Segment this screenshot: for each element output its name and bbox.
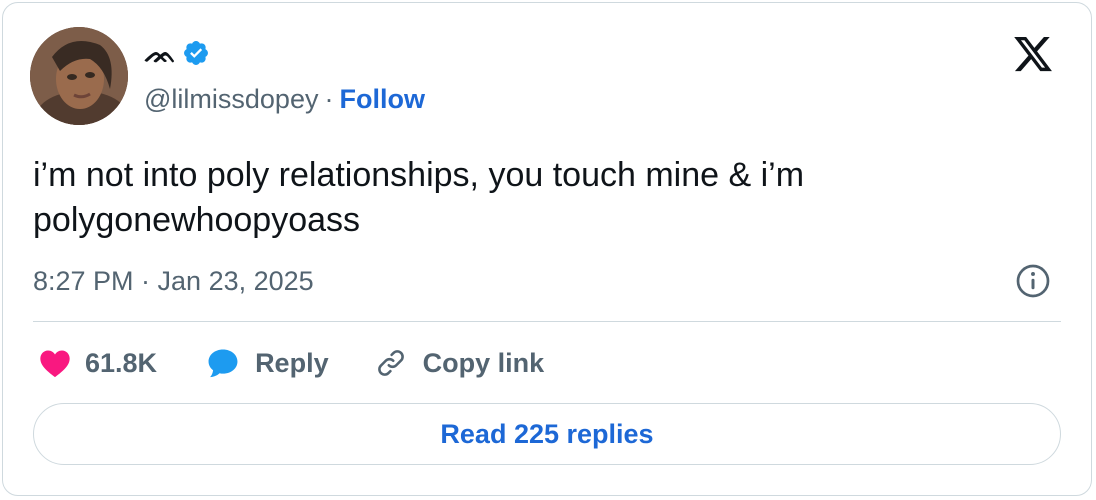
verified-badge-icon xyxy=(184,41,209,65)
author-handle-row: @lilmissdopey · Follow xyxy=(144,81,425,117)
author-name-row: ᨏ xyxy=(144,37,210,69)
separator-dot: · xyxy=(324,84,334,114)
copy-link-button[interactable]: Copy link xyxy=(373,345,545,381)
link-icon xyxy=(377,350,404,376)
follow-button[interactable]: Follow xyxy=(339,84,424,114)
divider xyxy=(33,321,1061,322)
heart-icon xyxy=(40,350,70,378)
avatar-image xyxy=(30,27,128,125)
tweet-timestamp[interactable]: 8:27 PM · Jan 23, 2025 xyxy=(33,263,314,299)
x-logo-icon[interactable] xyxy=(1011,33,1055,75)
tweet-actions: 61.8K Reply Copy link xyxy=(39,341,544,385)
tweet-text: i’m not into poly relationships, you tou… xyxy=(33,156,805,239)
reply-button[interactable]: Reply xyxy=(205,346,329,380)
like-button[interactable]: 61.8K xyxy=(39,348,157,379)
like-count: 61.8K xyxy=(85,347,158,378)
author-display-name[interactable]: ᨏ xyxy=(144,37,176,69)
read-replies-button[interactable]: Read 225 replies xyxy=(33,403,1061,465)
info-icon[interactable] xyxy=(1015,263,1051,299)
tweet-embed-card: ᨏ @lilmissdopey · Follow i’m not into poly… xyxy=(2,2,1092,496)
speech-bubble-icon xyxy=(208,349,238,378)
author-handle[interactable]: @lilmissdopey xyxy=(144,84,318,114)
avatar[interactable] xyxy=(30,27,128,125)
copy-link-label: Copy link xyxy=(422,347,545,378)
reply-label: Reply xyxy=(255,347,329,378)
